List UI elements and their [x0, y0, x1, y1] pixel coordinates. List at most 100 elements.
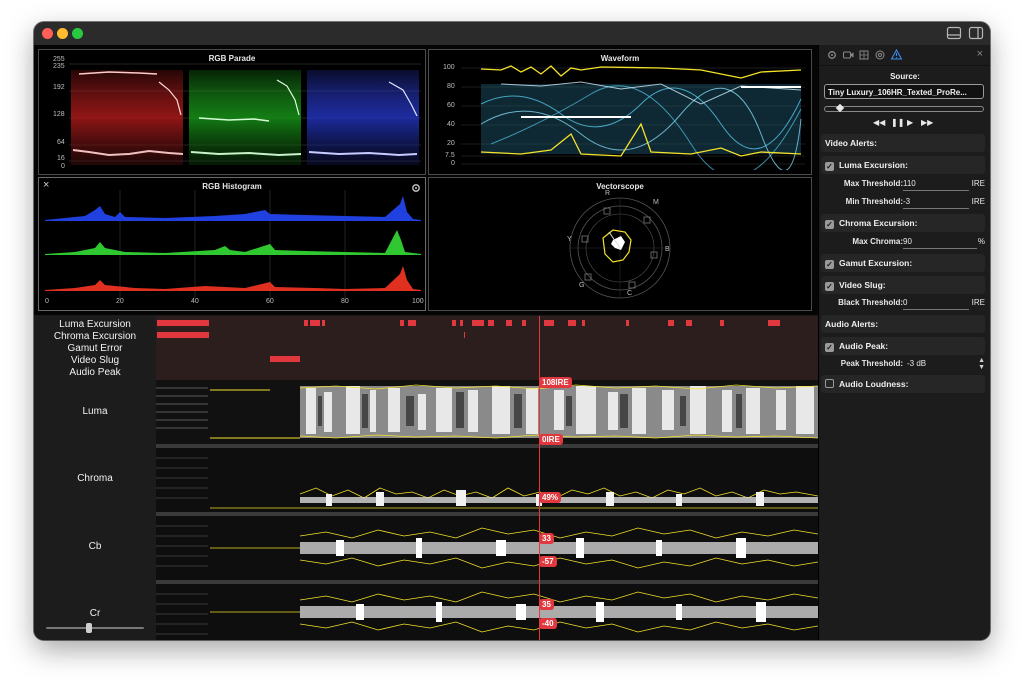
waveform-tick: 80 [447, 83, 455, 90]
peak-threshold-value[interactable]: -3 dB [907, 359, 926, 368]
waveform-tick: 60 [447, 102, 455, 109]
zoom-window-button[interactable] [72, 28, 83, 39]
pause-icon[interactable]: ❚❚ [891, 118, 904, 127]
peak-threshold-label: Peak Threshold: [840, 359, 903, 368]
vectorscope-target-label: G [579, 282, 585, 289]
source-scrubber[interactable] [824, 103, 984, 113]
waveform-tick: 7.5 [445, 152, 455, 159]
track-label-luma: Luma [82, 406, 108, 417]
scopes-area: RGB Parade 255 235 192 128 64 16 0 Wavef… [34, 45, 818, 315]
black-threshold-field[interactable]: 0 [903, 298, 969, 310]
alert-row-label: Luma Excursion [59, 319, 131, 330]
chroma-excursion-label: Chroma Excursion: [839, 218, 918, 228]
chroma-track[interactable] [156, 448, 819, 512]
waveform-title: Waveform [600, 54, 640, 63]
camera-icon[interactable] [843, 50, 854, 60]
inspector-tab-bar: × [819, 45, 990, 66]
fast-forward-icon[interactable]: ▶▶ [921, 118, 933, 127]
parade-tick: 0 [61, 163, 65, 170]
waveform-plot [461, 65, 805, 170]
cb-high-marker: 33 [539, 533, 554, 544]
video-alerts-header: Video Alerts: [821, 134, 985, 152]
luma-track[interactable] [156, 380, 819, 444]
luma-low-marker: 0IRE [539, 434, 563, 445]
alert-row-label: Audio Peak [69, 367, 121, 378]
waveform-tick: 40 [447, 121, 455, 128]
audio-loudness-label: Audio Loudness: [839, 379, 909, 389]
chroma-max-field[interactable]: 90 [903, 237, 977, 249]
cb-low-marker: -57 [539, 556, 557, 567]
toggle-inspector-icon[interactable] [968, 26, 984, 40]
checkbox-checked-icon[interactable]: ✓ [825, 260, 834, 269]
waveform-tick: 100 [443, 64, 455, 71]
parade-tick: 128 [53, 111, 65, 118]
checkbox-checked-icon[interactable]: ✓ [825, 220, 834, 229]
luma-high-marker: 108IRE [539, 377, 572, 388]
rgb-parade-panel[interactable]: RGB Parade 255 235 192 128 64 16 0 [38, 49, 426, 175]
gamut-excursion-label: Gamut Excursion: [839, 258, 913, 268]
luma-excursion-toggle[interactable]: ✓ Luma Excursion: [821, 156, 985, 174]
alert-row-label: Gamut Error [67, 343, 123, 354]
histogram-tick: 0 [45, 298, 49, 305]
playhead[interactable] [539, 316, 540, 640]
app-window: RGB Parade 255 235 192 128 64 16 0 Wavef… [34, 22, 990, 640]
warning-icon[interactable] [891, 49, 902, 60]
video-slug-toggle[interactable]: ✓ Video Slug: [821, 276, 985, 294]
checkbox-unchecked-icon[interactable] [825, 379, 834, 388]
gamut-excursion-toggle[interactable]: ✓ Gamut Excursion: [821, 254, 985, 272]
chroma-max-row: Max Chroma: 90 % [819, 234, 990, 250]
audio-peak-label: Audio Peak: [839, 341, 889, 351]
minimize-window-button[interactable] [57, 28, 68, 39]
target-icon[interactable] [875, 50, 885, 60]
cr-track[interactable] [156, 584, 819, 640]
cb-track[interactable] [156, 516, 819, 580]
luma-excursion-label: Luma Excursion: [839, 160, 908, 170]
checkbox-checked-icon[interactable]: ✓ [825, 282, 834, 291]
title-bar [34, 22, 990, 46]
parade-tick: 235 [53, 63, 65, 70]
audio-loudness-toggle[interactable]: Audio Loudness: [821, 375, 985, 393]
track-label-chroma: Chroma [77, 473, 113, 484]
peak-threshold-row: Peak Threshold: -3 dB ▲ ▼ [819, 356, 990, 372]
rgb-histogram-panel[interactable]: RGB Histogram × 0 20 40 60 80 100 [38, 177, 426, 311]
video-slug-label: Video Slug: [839, 280, 886, 290]
play-icon[interactable]: ▶ [907, 118, 913, 127]
alert-lanes[interactable] [156, 316, 818, 380]
source-field[interactable]: Tiny Luxury_106HR_Texted_ProRe... [824, 84, 984, 99]
transport-controls: ◀◀ ❚❚ ▶ ▶▶ [873, 118, 937, 130]
scrubber-thumb[interactable] [835, 103, 845, 113]
parade-tick: 64 [57, 139, 65, 146]
luma-min-label: Min Threshold: [845, 197, 903, 206]
rewind-icon[interactable]: ◀◀ [873, 118, 885, 127]
track-label-cr: Cr [89, 608, 101, 619]
histogram-tick: 100 [412, 298, 424, 305]
black-threshold-row: Black Threshold: 0 IRE [819, 295, 990, 311]
vectorscope-target-label: R [605, 190, 611, 197]
checkbox-checked-icon[interactable]: ✓ [825, 343, 834, 352]
luma-max-field[interactable]: 110 [903, 179, 969, 191]
zoom-slider-thumb[interactable] [86, 623, 92, 633]
chroma-excursion-toggle[interactable]: ✓ Chroma Excursion: [821, 214, 985, 232]
black-threshold-label: Black Threshold: [838, 298, 903, 307]
cr-high-marker: 35 [539, 599, 554, 610]
stepper-icon[interactable]: ▲ ▼ [978, 357, 985, 371]
cube-icon[interactable] [859, 50, 869, 60]
track-label-cb: Cb [88, 541, 102, 552]
luma-max-row: Max Threshold: 110 IRE [819, 176, 990, 192]
luma-min-field[interactable]: -3 [903, 197, 969, 209]
close-inspector-icon[interactable]: × [977, 48, 983, 60]
histogram-tick: 60 [266, 298, 274, 305]
alert-row-label: Chroma Excursion [53, 331, 137, 342]
zoom-slider[interactable] [46, 623, 144, 633]
vectorscope-panel[interactable]: Vectorscope R M B C G Y [428, 177, 812, 311]
toggle-bottom-panel-icon[interactable] [946, 26, 962, 40]
checkbox-checked-icon[interactable]: ✓ [825, 162, 834, 171]
waveform-panel[interactable]: Waveform 100 80 60 40 20 7.5 0 [428, 49, 812, 175]
luma-max-unit: IRE [971, 179, 985, 188]
histogram-tick: 40 [191, 298, 199, 305]
close-window-button[interactable] [42, 28, 53, 39]
audio-peak-toggle[interactable]: ✓ Audio Peak: [821, 337, 985, 355]
parade-tick: 192 [53, 84, 65, 91]
gear-icon[interactable] [827, 50, 837, 60]
black-threshold-unit: IRE [971, 298, 985, 307]
